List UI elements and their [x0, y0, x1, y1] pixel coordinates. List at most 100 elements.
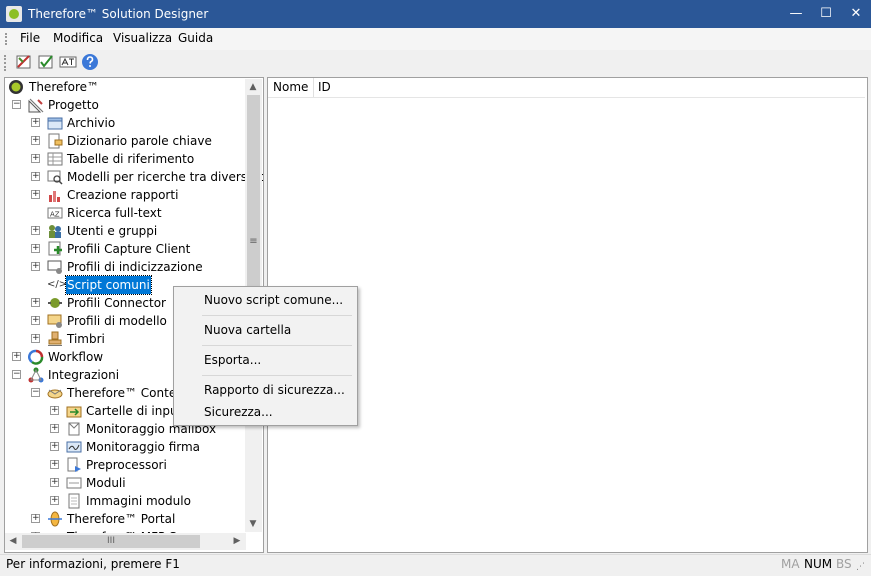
tree-item-modelli[interactable]: + Modelli per ricerche tra diverse categ…: [5, 168, 263, 186]
context-menu-new-folder[interactable]: Nuova cartella: [204, 323, 291, 337]
scroll-down-icon[interactable]: ▼: [245, 516, 261, 532]
menu-modifica[interactable]: Modifica: [53, 31, 103, 45]
tree-label: Monitoraggio firma: [86, 440, 201, 454]
column-header-id[interactable]: ID: [313, 78, 863, 97]
tree-item-root[interactable]: Therefore™: [5, 78, 263, 96]
tree-item-fulltext[interactable]: AZ Ricerca full-text: [5, 204, 263, 222]
toolbar-text-icon[interactable]: [58, 52, 78, 72]
tree-label: Profili di indicizzazione: [67, 260, 203, 274]
expand-toggle[interactable]: +: [31, 226, 40, 235]
resize-grip-icon[interactable]: ⋰: [856, 562, 868, 574]
help-icon[interactable]: [80, 52, 100, 72]
expand-toggle[interactable]: +: [31, 262, 40, 271]
scroll-lock-indicator: BS: [836, 557, 852, 571]
expand-toggle[interactable]: +: [50, 406, 59, 415]
tree-item-tabelle[interactable]: + Tabelle di riferimento: [5, 150, 263, 168]
tree-label: Therefore™ Portal: [67, 512, 176, 526]
tree-label: Cartelle di input: [86, 404, 183, 418]
signature-icon: [66, 441, 82, 453]
menu-grip: [5, 33, 9, 45]
scroll-up-icon[interactable]: ▲: [245, 79, 261, 95]
stamp-icon: [48, 331, 62, 346]
menu-divider: [202, 345, 352, 346]
expand-toggle[interactable]: +: [50, 478, 59, 487]
tree-item-rapporti[interactable]: + Creazione rapporti: [5, 186, 263, 204]
tree-item-moduli[interactable]: + Moduli: [5, 474, 263, 492]
tree-label: Preprocessori: [86, 458, 167, 472]
table-icon: [47, 152, 63, 166]
context-menu-security[interactable]: Sicurezza...: [204, 405, 273, 419]
tree-item-immagini[interactable]: + Immagini modulo: [5, 492, 263, 510]
collapse-toggle[interactable]: −: [31, 388, 40, 397]
tree-label: Immagini modulo: [86, 494, 191, 508]
project-icon: [28, 98, 44, 113]
scroll-grip-icon: ≡: [249, 236, 258, 247]
tree-item-portal[interactable]: + Therefore™ Portal: [5, 510, 263, 528]
scroll-left-icon[interactable]: ◀: [5, 533, 21, 549]
expand-toggle[interactable]: +: [50, 442, 59, 451]
mailbox-icon: [68, 422, 80, 436]
expand-toggle[interactable]: +: [31, 136, 40, 145]
tree-item-capture[interactable]: + Profili Capture Client: [5, 240, 263, 258]
preprocessor-icon: [67, 457, 81, 472]
context-menu-new-script[interactable]: Nuovo script comune...: [204, 293, 343, 307]
toolbar-check-icon[interactable]: [36, 52, 56, 72]
tree-item-project[interactable]: − Progetto: [5, 96, 263, 114]
tree-label: Archivio: [67, 116, 116, 130]
tree-label: Utenti e gruppi: [67, 224, 158, 238]
menu-divider: [202, 375, 352, 376]
tree-vertical-scroll-thumb[interactable]: [247, 95, 260, 300]
close-button[interactable]: ✕: [841, 0, 871, 30]
menu-guida[interactable]: Guida: [178, 31, 213, 45]
expand-toggle[interactable]: +: [31, 298, 40, 307]
column-header-nome[interactable]: Nome: [268, 78, 314, 97]
svg-text:AZ: AZ: [50, 211, 60, 219]
context-menu-security-report[interactable]: Rapporto di sicurezza...: [204, 383, 345, 397]
tree-label: Integrazioni: [48, 368, 120, 382]
menu-file[interactable]: File: [20, 31, 40, 45]
expand-toggle[interactable]: +: [31, 244, 40, 253]
menu-visualizza[interactable]: Visualizza: [113, 31, 172, 45]
capture-client-icon: [48, 241, 62, 256]
expand-toggle[interactable]: +: [31, 172, 40, 181]
tree-item-dizionario[interactable]: + Dizionario parole chiave: [5, 132, 263, 150]
tree-label-root: Therefore™: [29, 80, 99, 94]
expand-toggle[interactable]: +: [31, 316, 40, 325]
expand-toggle[interactable]: +: [31, 154, 40, 163]
collapse-toggle[interactable]: −: [12, 100, 21, 109]
tree-label: Creazione rapporti: [67, 188, 179, 202]
users-icon: [49, 225, 61, 238]
context-menu-export[interactable]: Esporta...: [204, 353, 261, 367]
tree-item-preprocessori[interactable]: + Preprocessori: [5, 456, 263, 474]
tree-item-utenti[interactable]: + Utenti e gruppi: [5, 222, 263, 240]
context-menu: Nuovo script comune... Nuova cartella Es…: [173, 286, 358, 426]
expand-toggle[interactable]: +: [31, 334, 40, 343]
expand-toggle[interactable]: +: [31, 190, 40, 199]
tree-label: Ricerca full-text: [67, 206, 162, 220]
expand-toggle[interactable]: +: [31, 514, 40, 523]
tree-item-indicizzazione[interactable]: + Profili di indicizzazione: [5, 258, 263, 276]
maximize-button[interactable]: ☐: [811, 0, 841, 30]
tree-item-archivio[interactable]: + Archivio: [5, 114, 263, 132]
tree-label: Dizionario parole chiave: [67, 134, 212, 148]
report-chart-icon: [49, 191, 60, 202]
tree-label-project: Progetto: [48, 98, 99, 112]
collapse-toggle[interactable]: −: [12, 370, 21, 379]
toolbar: [0, 50, 871, 76]
expand-toggle[interactable]: +: [50, 424, 59, 433]
minimize-button[interactable]: —: [781, 0, 811, 30]
expand-toggle[interactable]: +: [50, 460, 59, 469]
toolbar-grip: [4, 55, 8, 71]
menu-divider: [202, 315, 352, 316]
app-logo-icon: [6, 6, 22, 22]
content-connector-icon: [47, 389, 63, 399]
tree-item-firma[interactable]: + Monitoraggio firma: [5, 438, 263, 456]
expand-toggle[interactable]: +: [12, 352, 21, 361]
toolbar-designer-icon[interactable]: [14, 52, 34, 72]
expand-toggle[interactable]: +: [50, 496, 59, 505]
script-code-icon: </>: [47, 279, 68, 290]
window-title: Therefore™ Solution Designer: [28, 7, 209, 21]
scroll-right-icon[interactable]: ▶: [229, 533, 245, 549]
expand-toggle[interactable]: +: [31, 118, 40, 127]
fulltext-icon: AZ: [47, 207, 63, 219]
